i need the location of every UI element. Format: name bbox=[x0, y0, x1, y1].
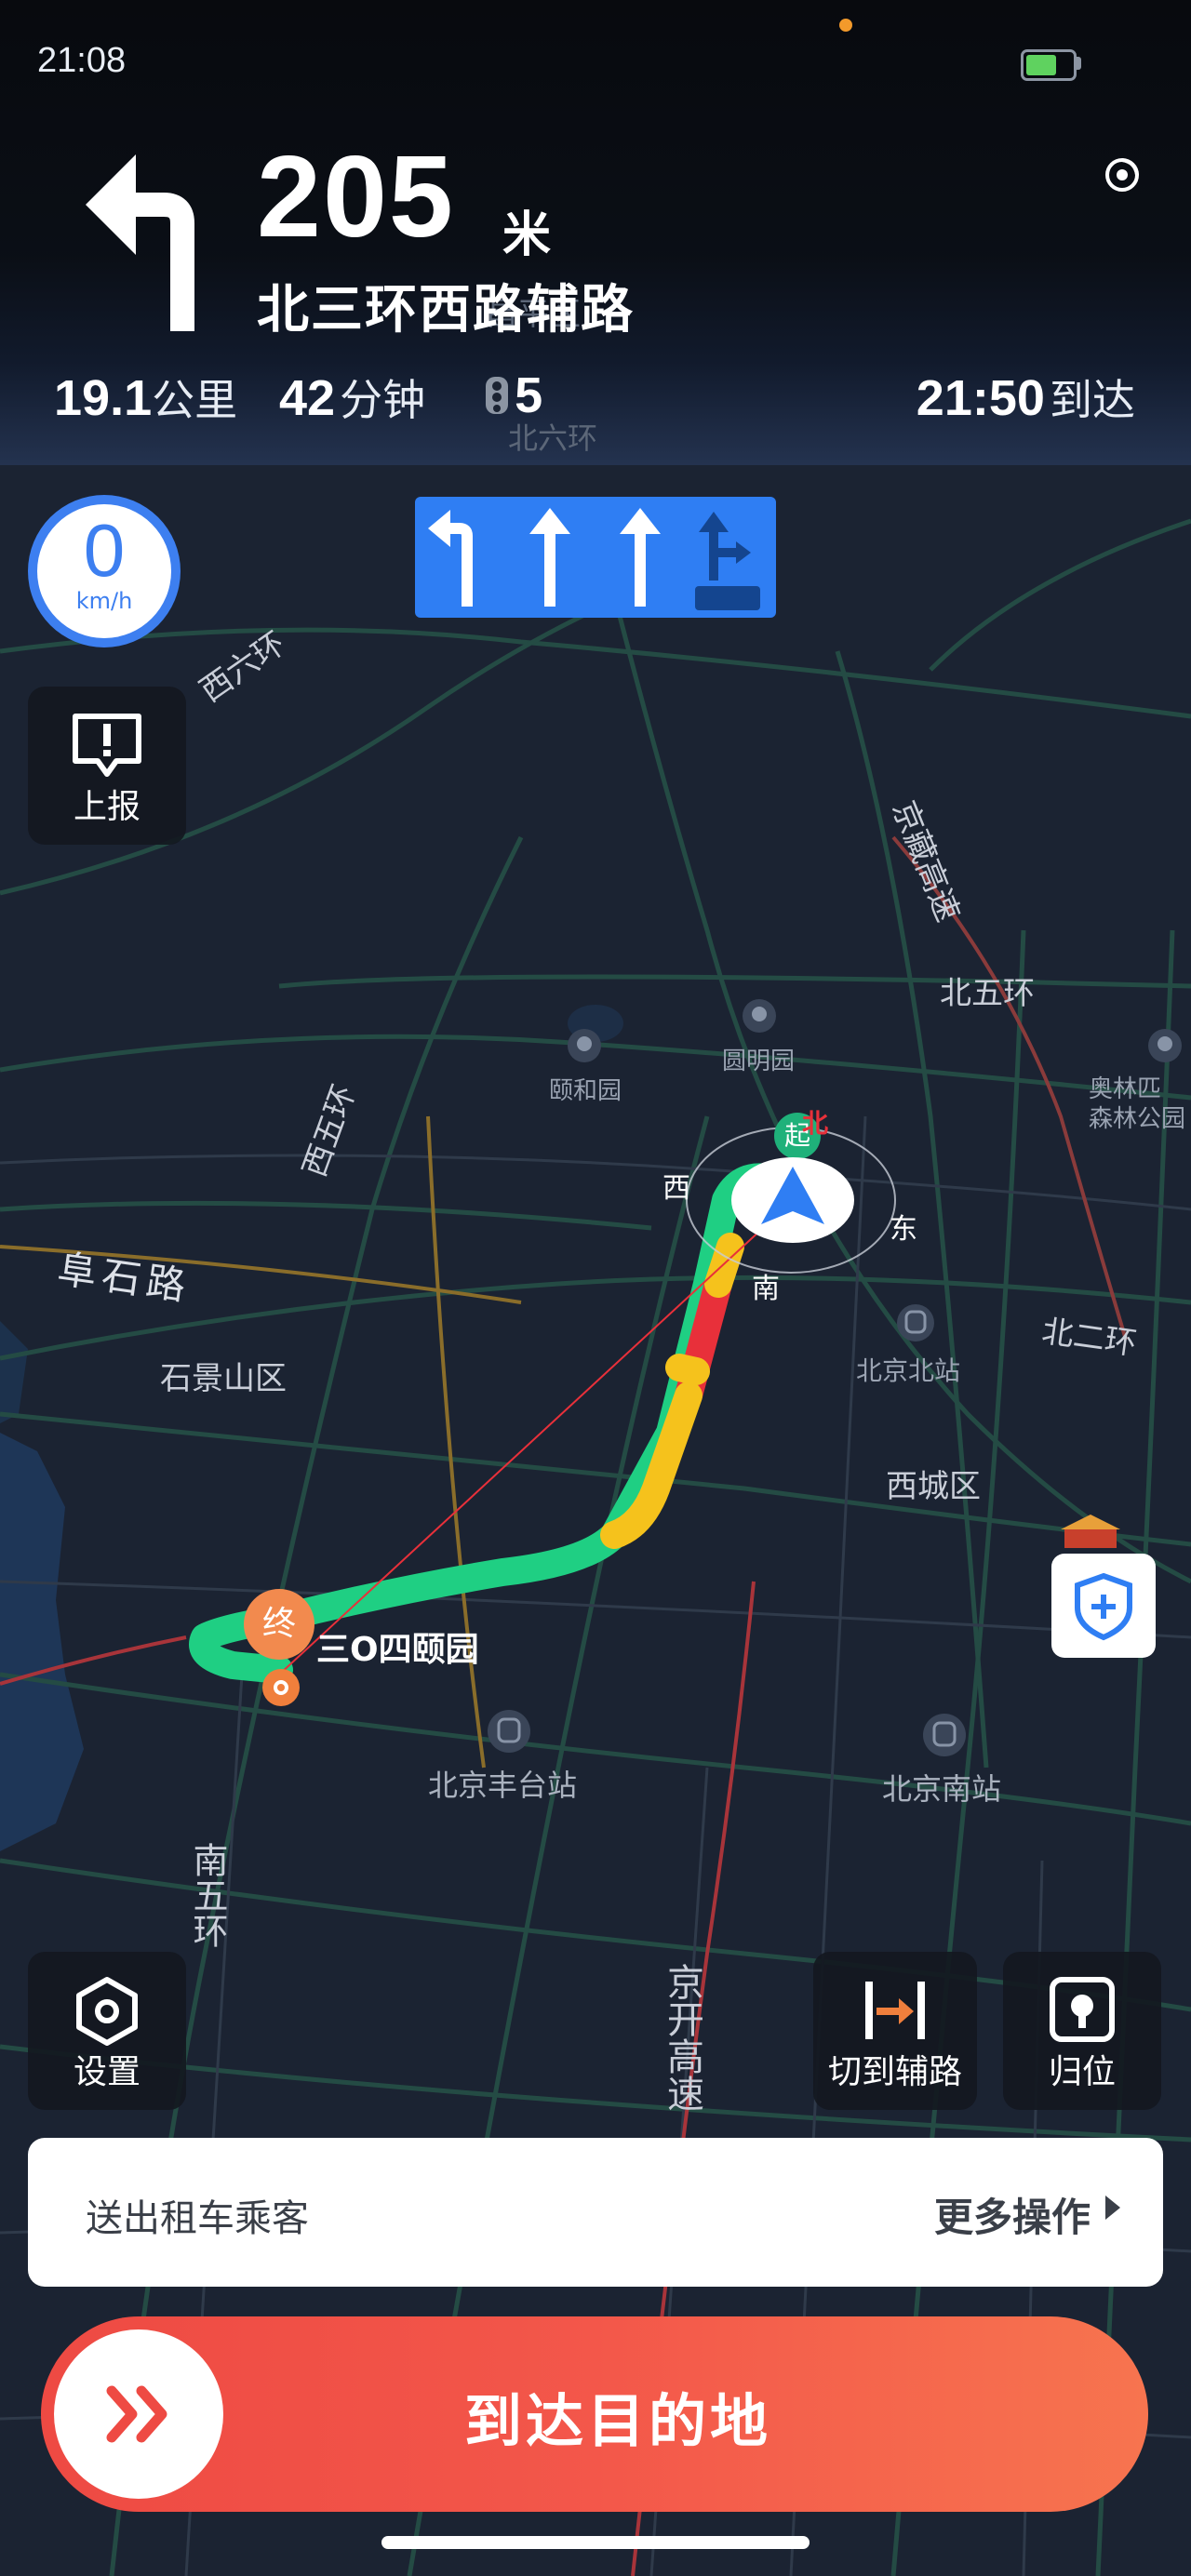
tiananmen-icon bbox=[1061, 1515, 1120, 1548]
trip-info-row: 19.1公里 42 分钟 5 21:50 到达 bbox=[0, 354, 1191, 447]
next-road-name: 北三环西路辅路 bbox=[257, 280, 635, 340]
report-label: 上报 bbox=[73, 788, 141, 826]
map-label-jingkai: 京开高速 bbox=[661, 1963, 703, 2112]
report-icon bbox=[73, 714, 141, 777]
poi-yiheyuan-icon bbox=[568, 1029, 601, 1062]
chevron-right-icon bbox=[1105, 2196, 1120, 2220]
turn-left-icon bbox=[86, 154, 194, 331]
arrive-destination-slider[interactable]: 到达目的地 bbox=[41, 2316, 1148, 2512]
settings-icon bbox=[76, 1977, 138, 2046]
switch-road-icon bbox=[865, 1982, 925, 2039]
destination-pin-icon bbox=[262, 1669, 300, 1706]
voice-broadcast-icon[interactable] bbox=[1102, 154, 1143, 195]
switch-road-button[interactable]: 切到辅路 bbox=[813, 1952, 977, 2110]
more-actions-link[interactable]: 更多操作 bbox=[934, 2186, 1091, 2243]
compass-west: 西 bbox=[662, 1172, 690, 1205]
lane-straight-2 bbox=[596, 497, 686, 618]
vehicle-position-icon bbox=[731, 1157, 854, 1243]
map-label-bei-wu-huan: 北五环 bbox=[940, 975, 1035, 1012]
trip-action-card[interactable]: 送出租车乘客 更多操作 bbox=[28, 2138, 1163, 2287]
traffic-light-icon bbox=[486, 377, 508, 414]
destination-label[interactable]: 三O四颐园 bbox=[316, 1622, 479, 1671]
poi-beijing-north[interactable]: 北京北站 bbox=[856, 1351, 960, 1388]
shield-plus-icon bbox=[1075, 1572, 1132, 1641]
status-time: 21:08 bbox=[37, 41, 127, 80]
arrive-label: 到达目的地 bbox=[463, 2387, 771, 2455]
remaining-distance: 19.1公里 bbox=[54, 370, 238, 426]
traffic-light-count: 5 bbox=[484, 367, 542, 424]
map-label-nan-wu-huan: 南五环 bbox=[187, 1842, 228, 1948]
poi-yuanmingyuan-icon bbox=[743, 999, 776, 1033]
lane-straight-1 bbox=[505, 497, 596, 618]
recenter-button[interactable]: 归位 bbox=[1003, 1952, 1161, 2110]
poi-yuanmingyuan[interactable]: 圆明园 bbox=[722, 1042, 795, 1076]
lane-turn-left bbox=[415, 497, 505, 618]
recenter-label: 归位 bbox=[1048, 2053, 1116, 2091]
train-icon-south bbox=[923, 1714, 966, 1756]
end-marker[interactable]: 终 bbox=[244, 1589, 314, 1660]
speed-value: 0 bbox=[83, 509, 126, 592]
privacy-indicator bbox=[839, 19, 852, 32]
speed-unit: km/h bbox=[75, 588, 133, 614]
battery-tip bbox=[1077, 57, 1081, 70]
poi-south-station[interactable]: 北京南站 bbox=[882, 1766, 1001, 1809]
remaining-time: 42 分钟 bbox=[279, 370, 426, 426]
poi-aolinpike-2[interactable]: 森林公园 bbox=[1089, 1100, 1185, 1134]
speedometer: 0 km/h bbox=[28, 495, 181, 647]
switch-road-label: 切到辅路 bbox=[827, 2053, 962, 2091]
train-icon-fengtai bbox=[488, 1710, 530, 1753]
turn-distance-unit: 米 bbox=[502, 207, 552, 263]
recenter-icon bbox=[1050, 1977, 1115, 2042]
turn-distance-value: 205 bbox=[257, 133, 455, 261]
passenger-dropoff-label: 送出租车乘客 bbox=[86, 2197, 309, 2240]
report-button[interactable]: 上报 bbox=[28, 687, 186, 845]
battery-icon bbox=[1021, 49, 1077, 81]
poi-fengtai-station[interactable]: 北京丰台站 bbox=[428, 1762, 577, 1805]
home-indicator bbox=[381, 2536, 810, 2549]
settings-button[interactable]: 设置 bbox=[28, 1952, 186, 2110]
poi-aolinpike-icon bbox=[1148, 1029, 1182, 1062]
compass-south: 南 bbox=[752, 1273, 780, 1305]
compass-east: 东 bbox=[890, 1213, 917, 1246]
lane-guidance bbox=[415, 497, 776, 618]
settings-label: 设置 bbox=[73, 2053, 141, 2091]
lane-straight-right-bus bbox=[686, 497, 776, 618]
poi-yiheyuan[interactable]: 颐和园 bbox=[549, 1072, 622, 1106]
map-label-xicheng: 西城区 bbox=[886, 1468, 981, 1505]
map-label-shijingshan: 石景山区 bbox=[160, 1360, 287, 1397]
arrival-time: 21:50 到达 bbox=[916, 370, 1135, 426]
safety-shield-button[interactable] bbox=[1051, 1554, 1156, 1658]
train-icon-north bbox=[897, 1304, 934, 1341]
compass-north: 北 bbox=[802, 1108, 829, 1139]
